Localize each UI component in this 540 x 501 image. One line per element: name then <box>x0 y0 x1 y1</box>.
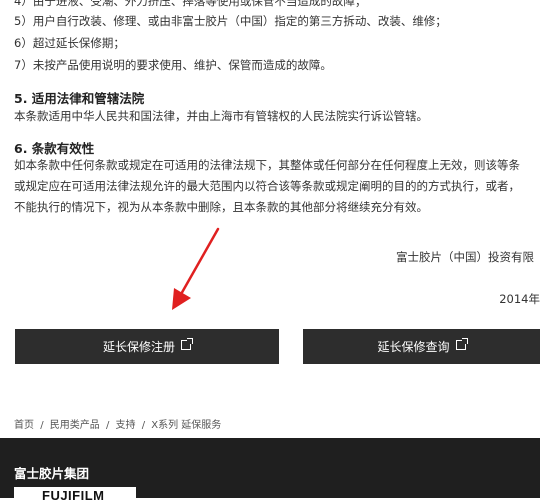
breadcrumb: 首页 / 民用类产品 / 支持 / X系列 延保服务 <box>14 420 222 431</box>
extended-warranty-register-button[interactable]: 延长保修注册 <box>15 329 279 364</box>
fujifilm-logo[interactable]: FUJIFILM <box>14 487 136 501</box>
breadcrumb-current: X系列 延保服务 <box>151 420 222 431</box>
breadcrumb-support[interactable]: 支持 <box>116 420 136 431</box>
external-link-icon <box>181 337 193 350</box>
footer-group-title: 富士胶片集团 <box>14 466 90 481</box>
fujifilm-logo-text: FUJIFILM <box>42 488 105 501</box>
query-button-label: 延长保修查询 <box>377 340 450 354</box>
site-footer: 富士胶片集团 FUJIFILM <box>0 438 540 501</box>
register-button-label: 延长保修注册 <box>102 340 175 354</box>
breadcrumb-home[interactable]: 首页 <box>14 420 34 431</box>
breadcrumb-consumer-products[interactable]: 民用类产品 <box>50 420 100 431</box>
external-link-icon <box>455 337 468 350</box>
extended-warranty-query-button[interactable]: 延长保修查询 <box>303 329 540 364</box>
